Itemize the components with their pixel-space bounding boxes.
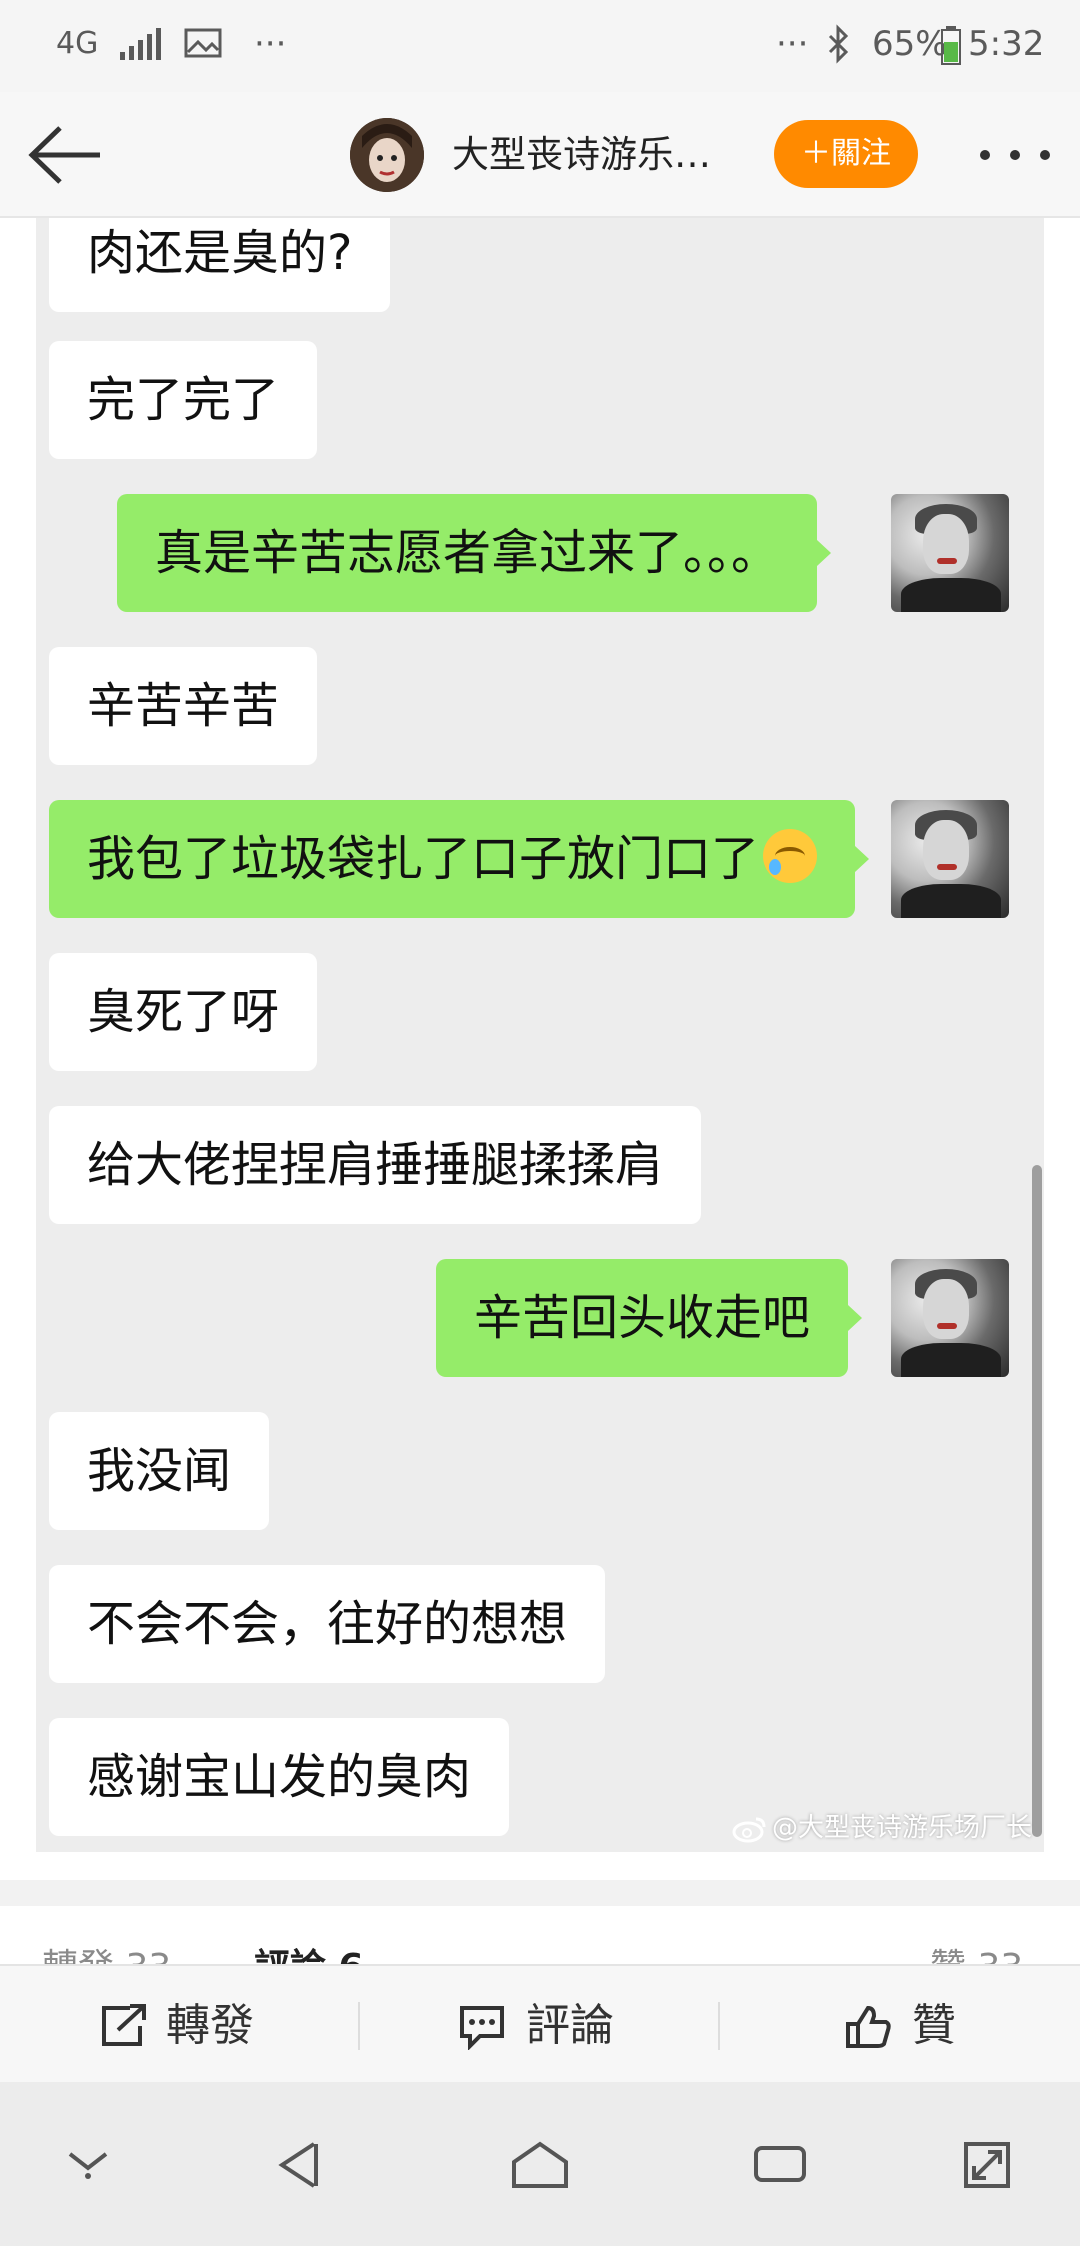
like-label: 贊 [912, 2000, 956, 2051]
back-arrow-icon[interactable] [26, 120, 106, 190]
signal-icon [120, 28, 161, 60]
action-bar: 轉發 評論 贊 [0, 1964, 1080, 2082]
chat-bubble-received: 肉还是臭的? [49, 218, 391, 312]
chat-bubble-received: 感谢宝山发的臭肉 [49, 1718, 510, 1836]
chat-bubble-sent: 真是辛苦志愿者拿过来了。。。 [117, 494, 832, 612]
like-button[interactable]: 贊 [720, 1966, 1080, 2084]
chat-bubble-sent: 我包了垃圾袋扎了口子放门口了 [49, 800, 870, 918]
nav-expand-icon[interactable] [962, 2140, 1012, 2190]
chat-bubble-received: 臭死了呀 [49, 953, 318, 1071]
chat-bubble-received: 不会不会，往好的想想 [49, 1565, 606, 1683]
like-icon [846, 2005, 891, 2048]
repost-label: 轉發 [166, 2000, 254, 2051]
watermark: @大型丧诗游乐场厂长 [772, 1813, 1033, 1843]
sender-avatar [891, 494, 1009, 612]
nav-down-icon[interactable] [66, 2140, 110, 2180]
battery-percent: 65% [872, 24, 948, 64]
repost-icon [102, 2004, 146, 2046]
comment-button[interactable]: 評論 [360, 1966, 720, 2084]
sender-avatar [891, 800, 1009, 918]
like-count-tab[interactable]: 贊 33 [930, 1946, 1023, 1964]
more-dots-icon[interactable] [970, 128, 1060, 182]
chat-bubble-sent: 辛苦回头收走吧 [436, 1259, 863, 1377]
clock: 5:32 [968, 24, 1045, 64]
comment-count-tab[interactable]: 評論 6 [254, 1946, 364, 1964]
comment-label: 評論 [526, 2000, 614, 2051]
message-text: 我包了垃圾袋扎了口子放门口了 [87, 831, 760, 887]
chat-bubble-received: 完了完了 [49, 341, 318, 459]
author-name[interactable]: 大型丧诗游乐… [452, 130, 711, 180]
status-more: ··· [776, 24, 809, 64]
status-bar: 4G ··· ··· 65% 5:32 [0, 0, 1080, 92]
comment-icon [460, 2006, 504, 2050]
post-stats-row: 轉發 33 評論 6 贊 33 [0, 1906, 1080, 1964]
repost-count-tab[interactable]: 轉發 33 [42, 1946, 171, 1964]
bluetooth-icon [828, 24, 849, 64]
network-type: 4G [56, 26, 99, 61]
post-header: 大型丧诗游乐… ＋關注 [0, 92, 1080, 218]
scrollbar[interactable] [1032, 1165, 1042, 1837]
image-icon [184, 28, 222, 58]
chat-bubble-received: 辛苦辛苦 [49, 647, 318, 765]
crying-laughing-emoji-icon [763, 829, 818, 883]
battery-icon [941, 26, 961, 65]
author-avatar[interactable] [350, 118, 424, 192]
sender-avatar [891, 1259, 1009, 1377]
more-notifications: ··· [254, 24, 287, 64]
section-separator [0, 1880, 1080, 1906]
nav-home-icon[interactable] [510, 2140, 570, 2190]
chat-screenshot: 肉还是臭的? 完了完了 真是辛苦志愿者拿过来了。。。 辛苦辛苦 我包了垃圾袋扎了… [36, 218, 1044, 1852]
chat-bubble-received: 我没闻 [49, 1412, 270, 1530]
system-nav-bar [0, 2082, 1080, 2246]
follow-button[interactable]: ＋關注 [774, 120, 918, 188]
weibo-icon [732, 1817, 766, 1843]
nav-back-icon[interactable] [276, 2140, 322, 2190]
repost-button[interactable]: 轉發 [0, 1966, 360, 2084]
nav-recents-icon[interactable] [752, 2140, 808, 2186]
chat-bubble-received: 给大佬捏捏肩捶捶腿揉揉肩 [49, 1106, 702, 1224]
